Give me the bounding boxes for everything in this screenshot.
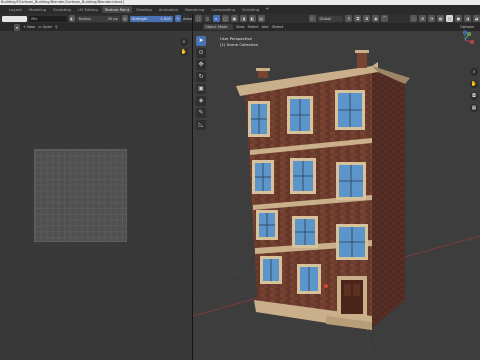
window-title: Building/YCartoon_Building/Blender/Carto…: [1, 0, 124, 4]
shading-wireframe-icon[interactable]: ○: [446, 15, 454, 22]
navigation-gizmo[interactable]: X Y Z: [455, 30, 475, 50]
transform-orientation-icon[interactable]: ⊹: [308, 15, 316, 22]
tab-animation[interactable]: Animation: [156, 6, 181, 13]
image-editor-subheader: ▾ + New ▭ Open ⚲: [0, 23, 192, 31]
overlay-toggle-icon[interactable]: ◔: [428, 15, 436, 22]
tab-compositing[interactable]: Compositing: [208, 6, 238, 13]
snap-settings-icon[interactable]: ⧈: [363, 15, 371, 22]
3d-viewport[interactable]: [193, 31, 480, 360]
select-intersect-icon[interactable]: ▤: [257, 15, 265, 22]
xray-toggle-icon[interactable]: ▦: [437, 15, 445, 22]
uv-grid-image: [34, 149, 127, 242]
radius-value: 50 px: [107, 16, 118, 21]
tab-modeling[interactable]: Modeling: [26, 6, 49, 13]
annotate-icon[interactable]: ✎: [196, 108, 206, 118]
radius-label: Radius: [78, 16, 91, 21]
tab-rendering[interactable]: Rendering: [182, 6, 207, 13]
strength-slider[interactable]: Strength 1.000: [129, 15, 173, 22]
gizmo-toggle-icon[interactable]: ⊕: [419, 15, 427, 22]
workspace-tab-bar: Layout Modeling Sculpting UV Editing Tex…: [0, 5, 480, 14]
options-menu[interactable]: Options: [460, 25, 474, 29]
radius-pressure-icon[interactable]: ◐: [68, 15, 75, 22]
rotate-icon[interactable]: ↻: [196, 72, 206, 82]
tab-layout[interactable]: Layout: [6, 6, 25, 13]
brush-color-swatch[interactable]: [2, 15, 28, 22]
new-image-label: New: [27, 25, 35, 29]
select-tool-icon[interactable]: ▸: [212, 15, 220, 22]
tab-texture-paint[interactable]: Texture Paint: [101, 6, 133, 13]
new-image-button[interactable]: + New: [23, 25, 35, 29]
select-cursor-icon[interactable]: ➤: [196, 36, 206, 46]
pan-hand-icon[interactable]: ✋: [180, 48, 188, 56]
advanced-menu[interactable]: Adva: [183, 17, 192, 21]
shading-material-icon[interactable]: ◑: [464, 15, 471, 22]
view-toggle-icon[interactable]: ◫: [203, 15, 211, 22]
strength-label: Strength: [131, 16, 148, 21]
viewport-subheader: Object Mode View Select Add Object Optio…: [193, 23, 480, 31]
menu-view[interactable]: View: [236, 25, 245, 29]
pivot-point-icon[interactable]: ⚲: [345, 15, 353, 22]
viewport-scene: [193, 50, 480, 360]
building-model: [236, 50, 410, 330]
shading-rendered-icon[interactable]: ◕: [473, 15, 480, 22]
chimney-right: [357, 52, 367, 68]
viewport-collection-label: (1) Scene Collection: [220, 42, 259, 47]
tab-uv-editing[interactable]: UV Editing: [75, 6, 101, 13]
camera-view-icon[interactable]: ◘: [470, 92, 478, 100]
mode-label: Object Mode: [205, 25, 228, 29]
chimney-left-cap: [256, 68, 270, 71]
toolbar: ➤ ⊙ ✥ ↻ ▣ ◈ ✎ ◺: [196, 36, 208, 130]
select-invert-icon[interactable]: ◧: [248, 15, 256, 22]
select-subtract-icon[interactable]: ◨: [239, 15, 247, 22]
viewport-perspective-label: User Perspective: [220, 36, 252, 41]
strength-pressure-icon[interactable]: ✎: [174, 15, 181, 22]
menu-select[interactable]: Select: [248, 25, 259, 29]
viewport-header: ⬚ ◫ ▸ □ ▣ ◨ ◧ ▤ ⊹ Global ⚲ ⧉ ⧈ ◉ ⌒ ◌ ⊕ ◔…: [193, 14, 480, 23]
radius-lock-icon[interactable]: ◎: [121, 15, 128, 22]
blend-mode-dropdown[interactable]: Mix: [29, 15, 67, 22]
select-extend-icon[interactable]: ▣: [230, 15, 238, 22]
open-image-label: Open: [42, 25, 53, 29]
cursor-icon[interactable]: ⊙: [196, 48, 206, 58]
measure-icon[interactable]: ◺: [196, 120, 206, 130]
transform-orientation-dropdown[interactable]: Global: [317, 15, 344, 22]
tab-scripting[interactable]: Scripting: [239, 6, 262, 13]
strength-value: 1.000: [160, 16, 171, 21]
pan-viewport-icon[interactable]: ✋: [470, 80, 478, 88]
image-editor-canvas[interactable]: [0, 31, 192, 360]
orientation-label: Global: [319, 16, 332, 21]
building-side-face: [372, 70, 405, 328]
scale-icon[interactable]: ▣: [196, 84, 206, 94]
tab-shading[interactable]: Shading: [133, 6, 154, 13]
image-editor-header: Mix ◐ Radius 50 px ◎ Strength 1.000 ✎ Ad…: [0, 14, 192, 23]
shading-solid-icon[interactable]: ●: [455, 15, 463, 22]
proportional-falloff-icon[interactable]: ⌒: [381, 15, 389, 22]
chimney-right-cap: [355, 50, 369, 53]
move-icon[interactable]: ✥: [196, 60, 206, 70]
add-workspace-button[interactable]: +: [263, 6, 271, 13]
blend-mode-label: Mix: [31, 16, 38, 21]
tab-sculpting[interactable]: Sculpting: [50, 6, 74, 13]
transform-icon[interactable]: ◈: [196, 96, 206, 106]
zoom-icon[interactable]: ⌕: [180, 38, 188, 46]
radius-field[interactable]: Radius 50 px: [76, 15, 120, 22]
zoom-viewport-icon[interactable]: ⌕: [470, 68, 478, 76]
menu-add[interactable]: Add: [262, 25, 269, 29]
editor-type-icon[interactable]: ⬚: [195, 15, 202, 22]
chimney-left: [258, 70, 268, 78]
image-browse-icon[interactable]: ▾: [14, 23, 20, 31]
pin-icon[interactable]: ⚲: [55, 25, 58, 29]
windows-row-2: [252, 158, 366, 200]
proportional-edit-icon[interactable]: ◉: [372, 15, 380, 22]
snap-icon[interactable]: ⧉: [354, 15, 362, 22]
perspective-toggle-icon[interactable]: ▦: [470, 104, 478, 112]
select-box-icon[interactable]: □: [221, 15, 229, 22]
open-image-button[interactable]: ▭ Open: [38, 25, 52, 29]
menu-object[interactable]: Object: [272, 25, 284, 29]
mode-dropdown[interactable]: Object Mode: [203, 24, 233, 30]
visibility-icon[interactable]: ◌: [410, 15, 418, 22]
